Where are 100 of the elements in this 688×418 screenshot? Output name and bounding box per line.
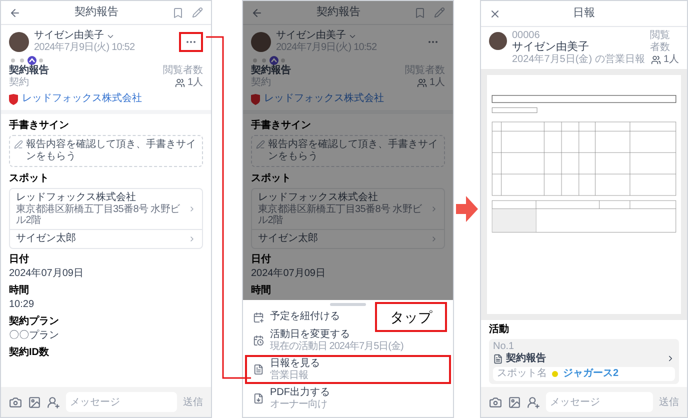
spot-name: レッドフォックス株式会社 [16,192,137,204]
screen-title: 契約報告 [316,4,362,20]
post-date: 2024年7月9日(火) 10:52 [276,42,378,53]
report-type: 契約 [9,77,30,89]
spot-name: レッドフォックス株式会社 [258,192,379,204]
spot-label: スポット名 [497,368,547,380]
chevron-right-icon [188,205,196,213]
bookmark-icon[interactable] [172,6,184,18]
sheet-menu-item[interactable]: PDF出力する オーナー向け [245,384,338,413]
menu-item-title: 予定を紐付ける [270,311,340,323]
camera-icon[interactable] [9,396,22,408]
spot-row[interactable]: サイゼン太郎 [10,229,202,248]
signature-button[interactable]: 報告内容を確認して頂き、手書きサインをもらう [9,135,203,167]
field-value: 〇〇プラン [9,330,60,342]
right-arrow-icon [456,196,478,222]
screen-title: 契約報告 [74,4,120,20]
spot-name: サイゼン太郎 [16,233,77,245]
menu-item-subtitle: オーナー向け [270,399,328,410]
activity-number: No.1 [493,341,516,352]
users-icon [417,78,428,88]
viewers-label: 閲覧者数 [650,30,671,54]
spot-address: 東京都港区新橋五丁目35番8号 水野ビル2階 [258,204,423,226]
sheet-menu-item[interactable]: 日報を見る 営業日報 [245,355,451,384]
message-input[interactable]: メッセージ [66,392,177,412]
bookmark-icon[interactable] [414,6,426,18]
company-link[interactable]: レッドフォックス株式会社 [22,93,142,105]
section-label: 契約ID数 [9,347,50,359]
report-title: 契約報告 [9,65,49,76]
menu-item-title: 日報を見る [270,358,320,370]
avatar [9,32,29,52]
menu-item-icon [253,364,264,375]
message-input[interactable]: メッセージ [546,392,653,412]
users-icon [651,55,662,65]
document-icon [493,354,503,364]
spot-name: サイゼン太郎 [258,233,319,245]
section-label: スポット [251,173,292,185]
field-value: 10:29 [9,299,36,311]
tap-callout: タップ [375,302,447,332]
company-logo-icon [9,94,18,104]
sheet-menu-item[interactable]: 予定を紐付ける [245,308,348,326]
signature-button[interactable]: 報告内容を確認して頂き、手書きサインをもらう [251,135,445,167]
section-label: 日付 [9,254,30,266]
report-title: 契約報告 [251,65,291,76]
avatar [489,32,507,50]
menu-item-icon [253,393,264,404]
image-icon[interactable] [508,396,521,408]
post-date: 2024年7月9日(火) 10:52 [34,42,136,53]
chevron-right-icon [430,235,438,243]
sheet-handle [330,303,366,306]
activity-card[interactable]: No.1 契約報告 スポット名 ジャガース2 [489,339,679,384]
section-label: スポット [9,173,50,185]
report-type: 契約 [251,77,272,89]
spot-row[interactable]: レッドフォックス株式会社 東京都港区新橋五丁目35番8号 水野ビル2階 [10,189,202,229]
back-icon[interactable] [9,6,21,18]
add-person-icon[interactable] [47,396,60,408]
chevron-right-icon [666,354,675,363]
edit-icon[interactable] [434,7,445,18]
employee-code: 00006 [512,30,541,41]
spot-row[interactable]: レッドフォックス株式会社 東京都港区新橋五丁目35番8号 水野ビル2階 [252,189,444,229]
camera-icon[interactable] [489,396,502,408]
image-icon[interactable] [28,396,41,408]
spot-row[interactable]: サイゼン太郎 [252,229,444,248]
close-icon[interactable] [489,8,501,20]
section-label: 日付 [251,254,272,266]
author-name: サイゼン由美子 [34,30,104,42]
signature-icon [256,140,265,149]
users-icon [175,78,186,88]
section-label: 活動 [489,324,510,336]
author-name: サイゼン由美子 [276,30,346,42]
spot-address: 東京都港区新橋五丁目35番8号 水野ビル2階 [16,204,181,226]
signature-icon [14,140,23,149]
menu-item-icon [253,312,264,322]
menu-item-title: 活動日を変更する [270,329,351,341]
section-label: 時間 [9,285,30,297]
menu-item-title: PDF出力する [270,387,330,399]
chevron-right-icon [430,205,438,213]
report-caption: 2024年7月5日(金) の営業日報 [512,54,645,66]
section-label: 手書きサイン [251,120,312,132]
viewers-count: 1人 [429,77,445,89]
viewers-count: 1人 [663,54,679,66]
field-value: 2024年07月09日 [9,268,84,280]
section-label: 手書きサイン [9,120,70,132]
more-button[interactable] [179,32,203,52]
company-logo-icon [251,94,260,104]
viewers-label: 閲覧者数 [405,65,445,77]
add-person-icon[interactable] [527,396,540,408]
screen-title: 日報 [572,6,596,22]
viewers-label: 閲覧者数 [163,65,203,77]
viewers-count: 1人 [187,77,203,89]
chevron-right-icon [188,235,196,243]
section-label: 時間 [251,285,272,297]
author-name: サイゼン由美子 [512,41,590,54]
section-label: 契約プラン [9,316,60,328]
avatar [251,32,271,52]
field-value: 2024年07月09日 [251,268,326,280]
activity-title: 契約報告 [506,352,547,365]
back-icon[interactable] [251,6,263,18]
menu-item-subtitle: 営業日報 [270,370,309,381]
menu-item-icon [253,335,264,346]
edit-icon[interactable] [192,7,203,18]
